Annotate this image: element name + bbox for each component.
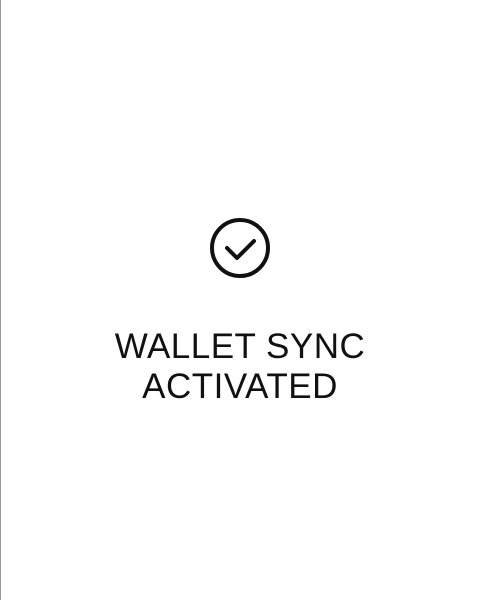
status-title-line-1: WALLET SYNC [114, 327, 366, 367]
confirmation-screen: WALLET SYNC ACTIVATED [0, 0, 480, 600]
wallet-sync-status-title: WALLET SYNC ACTIVATED [0, 327, 480, 407]
check-circle-icon [209, 217, 271, 279]
status-title-line-2: ACTIVATED [142, 367, 338, 407]
